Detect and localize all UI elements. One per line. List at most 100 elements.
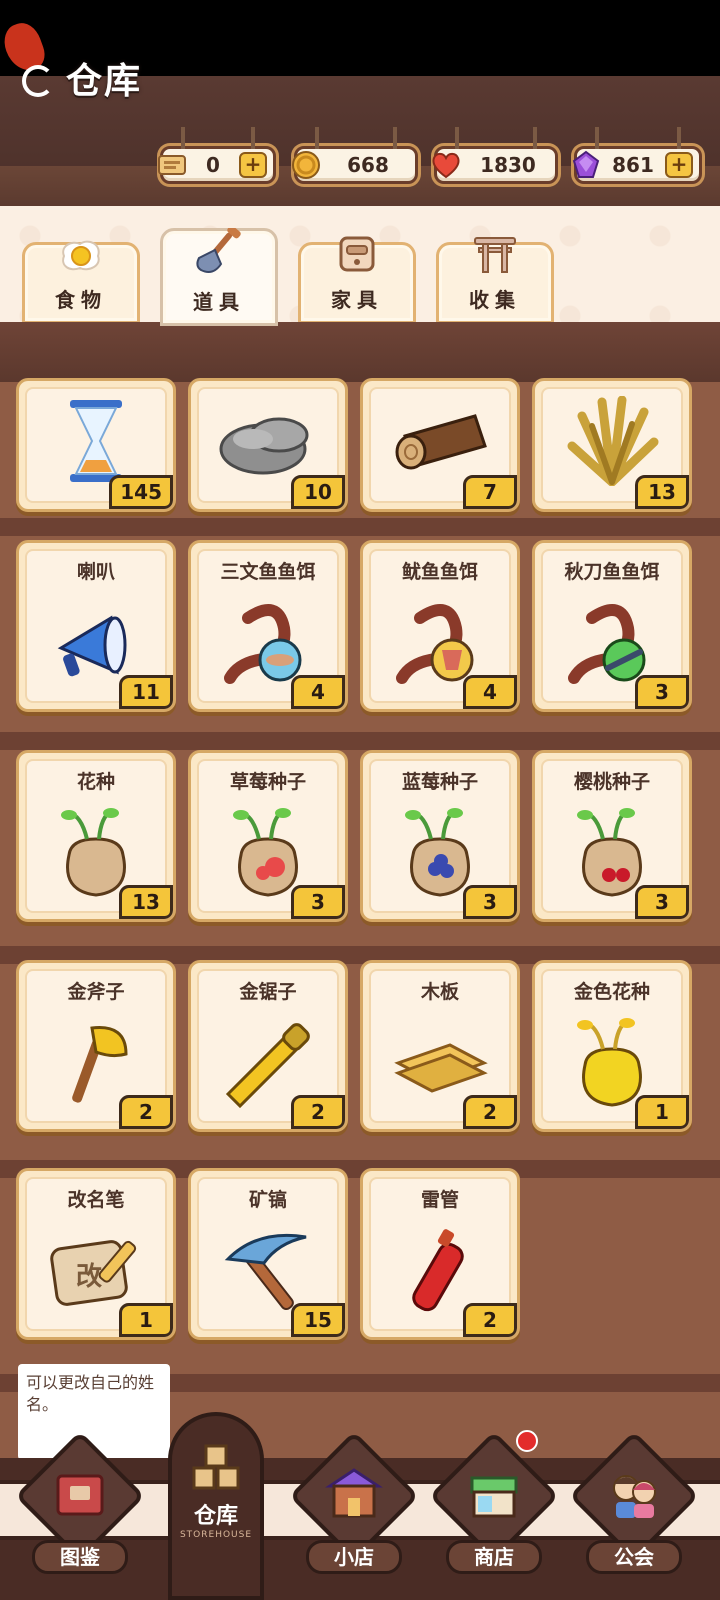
cabinet-icon — [337, 234, 377, 278]
item-card[interactable]: 10 — [188, 378, 348, 512]
egg-icon — [58, 236, 104, 278]
item-name: 改名笔 — [67, 1189, 125, 1211]
nav-guild[interactable]: 公会 — [568, 1420, 700, 1592]
ticket-count: 0 — [206, 153, 220, 177]
currency-heart: 1830 — [431, 127, 558, 184]
item-name: 木板 — [420, 981, 459, 1003]
tab-tools[interactable]: 道具 — [160, 225, 278, 326]
item-name: 蓝莓种子 — [401, 771, 478, 793]
shop-building-icon — [324, 1464, 384, 1528]
warehouse-logo-icon — [0, 18, 60, 101]
item-card[interactable]: 金斧子 2 — [16, 960, 176, 1132]
nav-storehouse-sublabel: STOREHOUSE — [179, 1530, 253, 1540]
item-count-badge: 145 — [109, 475, 173, 509]
item-card[interactable]: 13 — [532, 378, 692, 512]
nav-small-shop-label: 小店 — [306, 1540, 402, 1574]
guild-icon — [604, 1464, 664, 1528]
item-count-badge: 11 — [119, 675, 173, 709]
add-ticket-button[interactable]: + — [239, 152, 267, 178]
item-count-badge: 2 — [463, 1303, 517, 1337]
item-card[interactable]: 雷管 2 — [360, 1168, 520, 1340]
tab-tools-label: 道具 — [193, 290, 245, 314]
page-title-wrap: 仓库 — [0, 18, 143, 104]
item-count-badge: 7 — [463, 475, 517, 509]
item-name: 秋刀鱼鱼饵 — [564, 561, 660, 583]
ticket-icon — [157, 150, 187, 180]
gem-count: 861 — [612, 153, 654, 177]
heart-count: 1830 — [480, 153, 536, 177]
item-card[interactable]: 7 — [360, 378, 520, 512]
item-card[interactable]: 木板 2 — [360, 960, 520, 1132]
currency-coin: 668 — [291, 127, 418, 184]
item-count-badge: 1 — [635, 1095, 689, 1129]
item-card[interactable]: 改名笔改 1 — [16, 1168, 176, 1340]
item-card[interactable]: 草莓种子 3 — [188, 750, 348, 922]
item-count-badge: 13 — [119, 885, 173, 919]
shelf-top-board — [0, 322, 720, 382]
shovel-icon — [193, 225, 245, 280]
item-card[interactable]: 三文鱼鱼饵 4 — [188, 540, 348, 712]
item-count-badge: 2 — [119, 1095, 173, 1129]
item-count-badge: 13 — [635, 475, 689, 509]
notification-dot — [516, 1430, 538, 1452]
nav-catalog-label: 图鉴 — [32, 1540, 128, 1574]
add-gem-button[interactable]: + — [665, 152, 693, 178]
item-card[interactable]: 金色花种 1 — [532, 960, 692, 1132]
item-card[interactable]: 145 — [16, 378, 176, 512]
tab-furniture[interactable]: 家具 — [298, 236, 416, 324]
item-name: 雷管 — [420, 1189, 459, 1211]
gem-icon — [571, 150, 601, 180]
item-name: 花种 — [76, 771, 115, 793]
item-count-badge: 2 — [463, 1095, 517, 1129]
item-card[interactable]: 矿镐 15 — [188, 1168, 348, 1340]
item-count-badge: 2 — [291, 1095, 345, 1129]
item-card[interactable]: 蓝莓种子 3 — [360, 750, 520, 922]
item-count-badge: 3 — [635, 675, 689, 709]
item-card[interactable]: 鱿鱼鱼饵 4 — [360, 540, 520, 712]
item-card[interactable]: 金锯子 2 — [188, 960, 348, 1132]
torii-icon — [473, 234, 517, 278]
item-count-badge: 15 — [291, 1303, 345, 1337]
nav-store[interactable]: 商店 — [428, 1420, 560, 1592]
storehouse-icon — [188, 1438, 244, 1498]
nav-guild-label: 公会 — [586, 1540, 682, 1574]
item-name: 金斧子 — [67, 981, 125, 1003]
item-name: 金色花种 — [573, 981, 650, 1003]
svg-text:改: 改 — [76, 1261, 102, 1292]
tab-collection[interactable]: 收集 — [436, 237, 554, 324]
heart-icon — [431, 150, 461, 180]
currency-ticket: 0 + — [157, 127, 276, 184]
book-icon — [52, 1466, 108, 1526]
item-card[interactable]: 樱桃种子 3 — [532, 750, 692, 922]
item-count-badge: 4 — [463, 675, 517, 709]
page-title: 仓库 — [66, 61, 143, 102]
tab-collection-label: 收集 — [469, 288, 521, 312]
coin-icon — [291, 150, 321, 180]
tab-strip: 食物 道具 家具 收集 — [0, 206, 720, 326]
tab-food-label: 食物 — [55, 288, 107, 312]
item-name: 喇叭 — [76, 561, 115, 583]
item-card[interactable]: 花种 13 — [16, 750, 176, 922]
item-name: 三文鱼鱼饵 — [220, 561, 316, 583]
coin-count: 668 — [347, 153, 389, 177]
nav-catalog[interactable]: 图鉴 — [14, 1420, 146, 1592]
nav-storehouse-label: 仓库 — [193, 1504, 238, 1529]
nav-small-shop[interactable]: 小店 — [288, 1420, 420, 1592]
item-card[interactable]: 秋刀鱼鱼饵 3 — [532, 540, 692, 712]
item-count-badge: 3 — [291, 885, 345, 919]
item-count-badge: 1 — [119, 1303, 173, 1337]
nav-storehouse[interactable]: 仓库 STOREHOUSE — [168, 1412, 264, 1600]
item-name: 草莓种子 — [229, 771, 306, 793]
store-icon — [464, 1464, 524, 1528]
item-count-badge: 4 — [291, 675, 345, 709]
item-card[interactable]: 喇叭 11 — [16, 540, 176, 712]
item-name: 樱桃种子 — [573, 771, 650, 793]
currency-gem: 861 + — [571, 127, 702, 184]
item-name: 金锯子 — [239, 981, 297, 1003]
item-name: 矿镐 — [248, 1189, 287, 1211]
tab-food[interactable]: 食物 — [22, 240, 140, 324]
item-count-badge: 3 — [463, 885, 517, 919]
item-count-badge: 3 — [635, 885, 689, 919]
item-name: 鱿鱼鱼饵 — [401, 561, 478, 583]
tab-furniture-label: 家具 — [331, 288, 383, 312]
